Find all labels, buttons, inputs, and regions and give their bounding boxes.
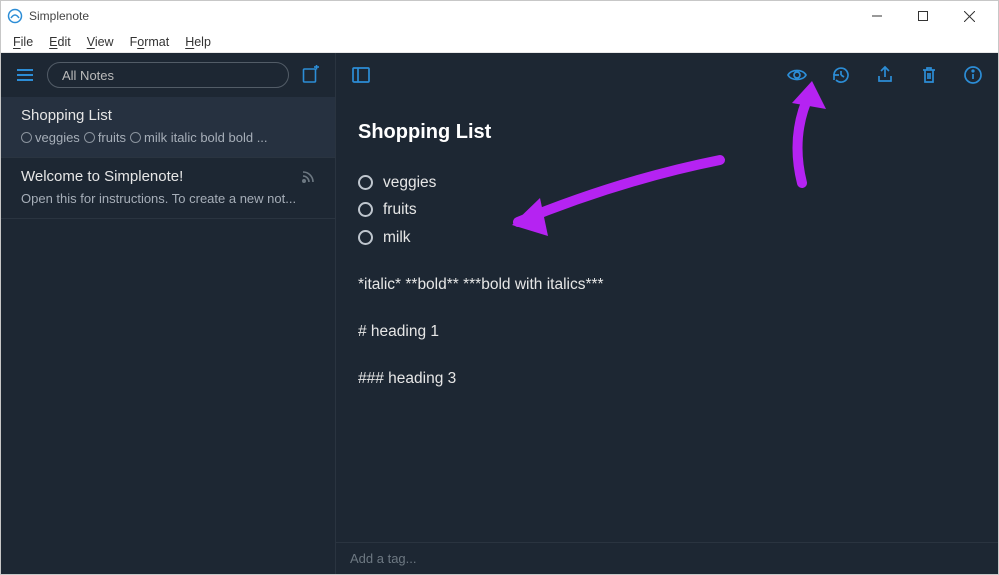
window-title: Simplenote	[29, 9, 89, 23]
editor-pane: Shopping List veggies fruits milk *itali…	[336, 53, 998, 574]
tag-input[interactable]	[350, 551, 984, 566]
new-note-button[interactable]	[299, 63, 323, 87]
checkbox-icon[interactable]	[358, 175, 373, 190]
note-title: Shopping List	[358, 117, 976, 147]
checkbox-icon[interactable]	[358, 230, 373, 245]
checkbox-icon[interactable]	[358, 202, 373, 217]
menu-format[interactable]: Format	[122, 33, 178, 51]
checklist-item[interactable]: veggies	[358, 171, 976, 194]
history-icon[interactable]	[830, 64, 852, 86]
toggle-sidebar-icon[interactable]	[350, 64, 372, 86]
note-list-item[interactable]: Welcome to Simplenote! Open this for ins…	[1, 158, 335, 219]
menu-view[interactable]: View	[79, 33, 122, 51]
menu-edit[interactable]: Edit	[41, 33, 79, 51]
checklist-item[interactable]: milk	[358, 226, 976, 249]
checklist-item[interactable]: fruits	[358, 198, 976, 221]
window-titlebar: Simplenote	[1, 1, 998, 31]
note-item-preview: Open this for instructions. To create a …	[21, 191, 315, 206]
note-list: Shopping List veggies fruits milk italic…	[1, 97, 335, 574]
rss-icon	[301, 170, 315, 189]
editor-line-format: *italic* **bold** ***bold with italics**…	[358, 273, 976, 296]
editor-line-h1: # heading 1	[358, 320, 976, 343]
editor-toolbar	[336, 53, 998, 97]
search-input[interactable]	[47, 62, 289, 88]
window-close-button[interactable]	[946, 1, 992, 31]
sidebar: Shopping List veggies fruits milk italic…	[1, 53, 336, 574]
menu-help[interactable]: Help	[177, 33, 219, 51]
menu-file[interactable]: File	[5, 33, 41, 51]
share-icon[interactable]	[874, 64, 896, 86]
preview-eye-icon[interactable]	[786, 64, 808, 86]
tag-footer	[336, 542, 998, 574]
window-maximize-button[interactable]	[900, 1, 946, 31]
info-icon[interactable]	[962, 64, 984, 86]
note-item-preview: veggies fruits milk italic bold bold ...	[21, 130, 315, 145]
menu-hamburger-icon[interactable]	[13, 63, 37, 87]
editor-line-h3: ### heading 3	[358, 367, 976, 390]
trash-icon[interactable]	[918, 64, 940, 86]
menubar: File Edit View Format Help	[1, 31, 998, 53]
note-item-title: Welcome to Simplenote!	[21, 168, 315, 185]
window-minimize-button[interactable]	[854, 1, 900, 31]
note-list-item[interactable]: Shopping List veggies fruits milk italic…	[1, 97, 335, 158]
note-item-title: Shopping List	[21, 107, 315, 124]
app-logo-icon	[7, 8, 23, 24]
editor-content[interactable]: Shopping List veggies fruits milk *itali…	[336, 97, 998, 542]
